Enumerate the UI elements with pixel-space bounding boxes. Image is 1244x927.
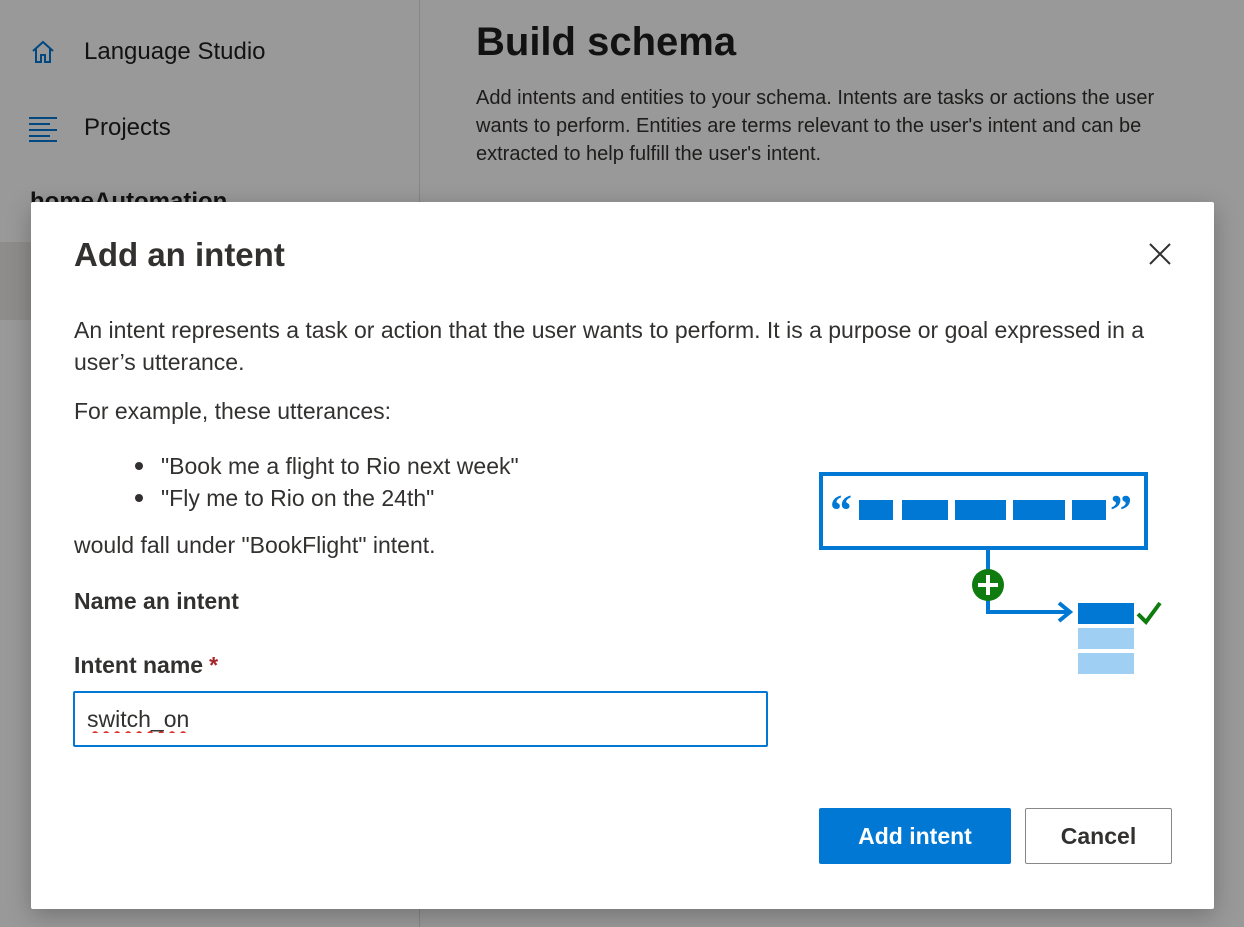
section-label: Name an intent	[74, 588, 239, 614]
cancel-button[interactable]: Cancel	[1025, 808, 1172, 864]
list-item: "Book me a flight to Rio next week"	[131, 450, 519, 482]
dialog-title: Add an intent	[74, 236, 285, 273]
example-outro-text: would fall under "BookFlight" intent.	[74, 532, 436, 558]
dialog-intro-text: An intent represents a task or action th…	[74, 317, 1145, 375]
intent-name-input[interactable]	[87, 693, 757, 745]
add-intent-dialog: Add an intent An intent represents a tas…	[31, 202, 1214, 909]
field-label-text: Intent name	[74, 652, 204, 678]
intent-name-field-border	[73, 691, 768, 747]
example-list: "Book me a flight to Rio next week" "Fly…	[131, 450, 519, 514]
close-icon	[1148, 242, 1172, 271]
close-button[interactable]	[1142, 238, 1178, 274]
required-marker: *	[209, 652, 219, 678]
svg-text:“: “	[830, 486, 852, 535]
intent-illustration: “ ”	[816, 467, 1176, 687]
svg-text:”: ”	[1110, 486, 1132, 535]
intent-name-label: Intent name *	[74, 652, 218, 679]
list-item: "Fly me to Rio on the 24th"	[131, 482, 519, 514]
add-intent-button[interactable]: Add intent	[819, 808, 1011, 864]
example-intro-text: For example, these utterances:	[74, 398, 392, 424]
